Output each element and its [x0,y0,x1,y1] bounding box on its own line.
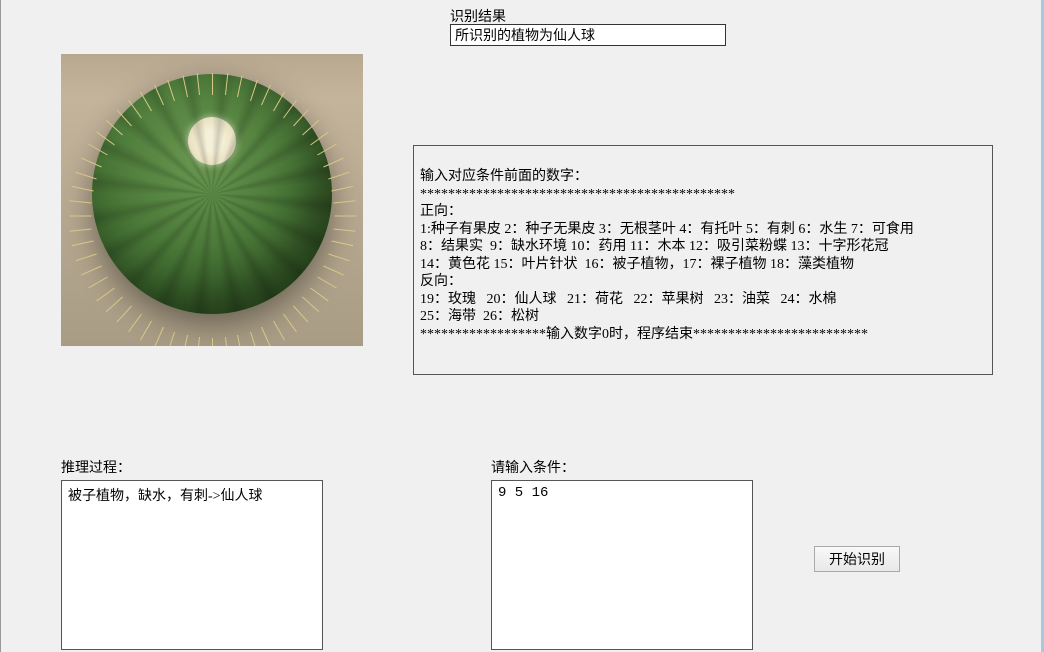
instructions-panel: 输入对应条件前面的数字： ***************************… [413,145,993,375]
condition-input[interactable] [491,480,753,650]
plant-image [61,54,363,346]
result-output[interactable] [450,24,726,46]
result-label: 识别结果 [450,6,506,26]
condition-input-label: 请输入条件： [491,457,575,477]
reasoning-output[interactable] [61,480,323,650]
start-recognition-button[interactable]: 开始识别 [814,546,900,572]
cactus-graphic [92,74,332,314]
reasoning-label: 推理过程： [61,457,131,477]
